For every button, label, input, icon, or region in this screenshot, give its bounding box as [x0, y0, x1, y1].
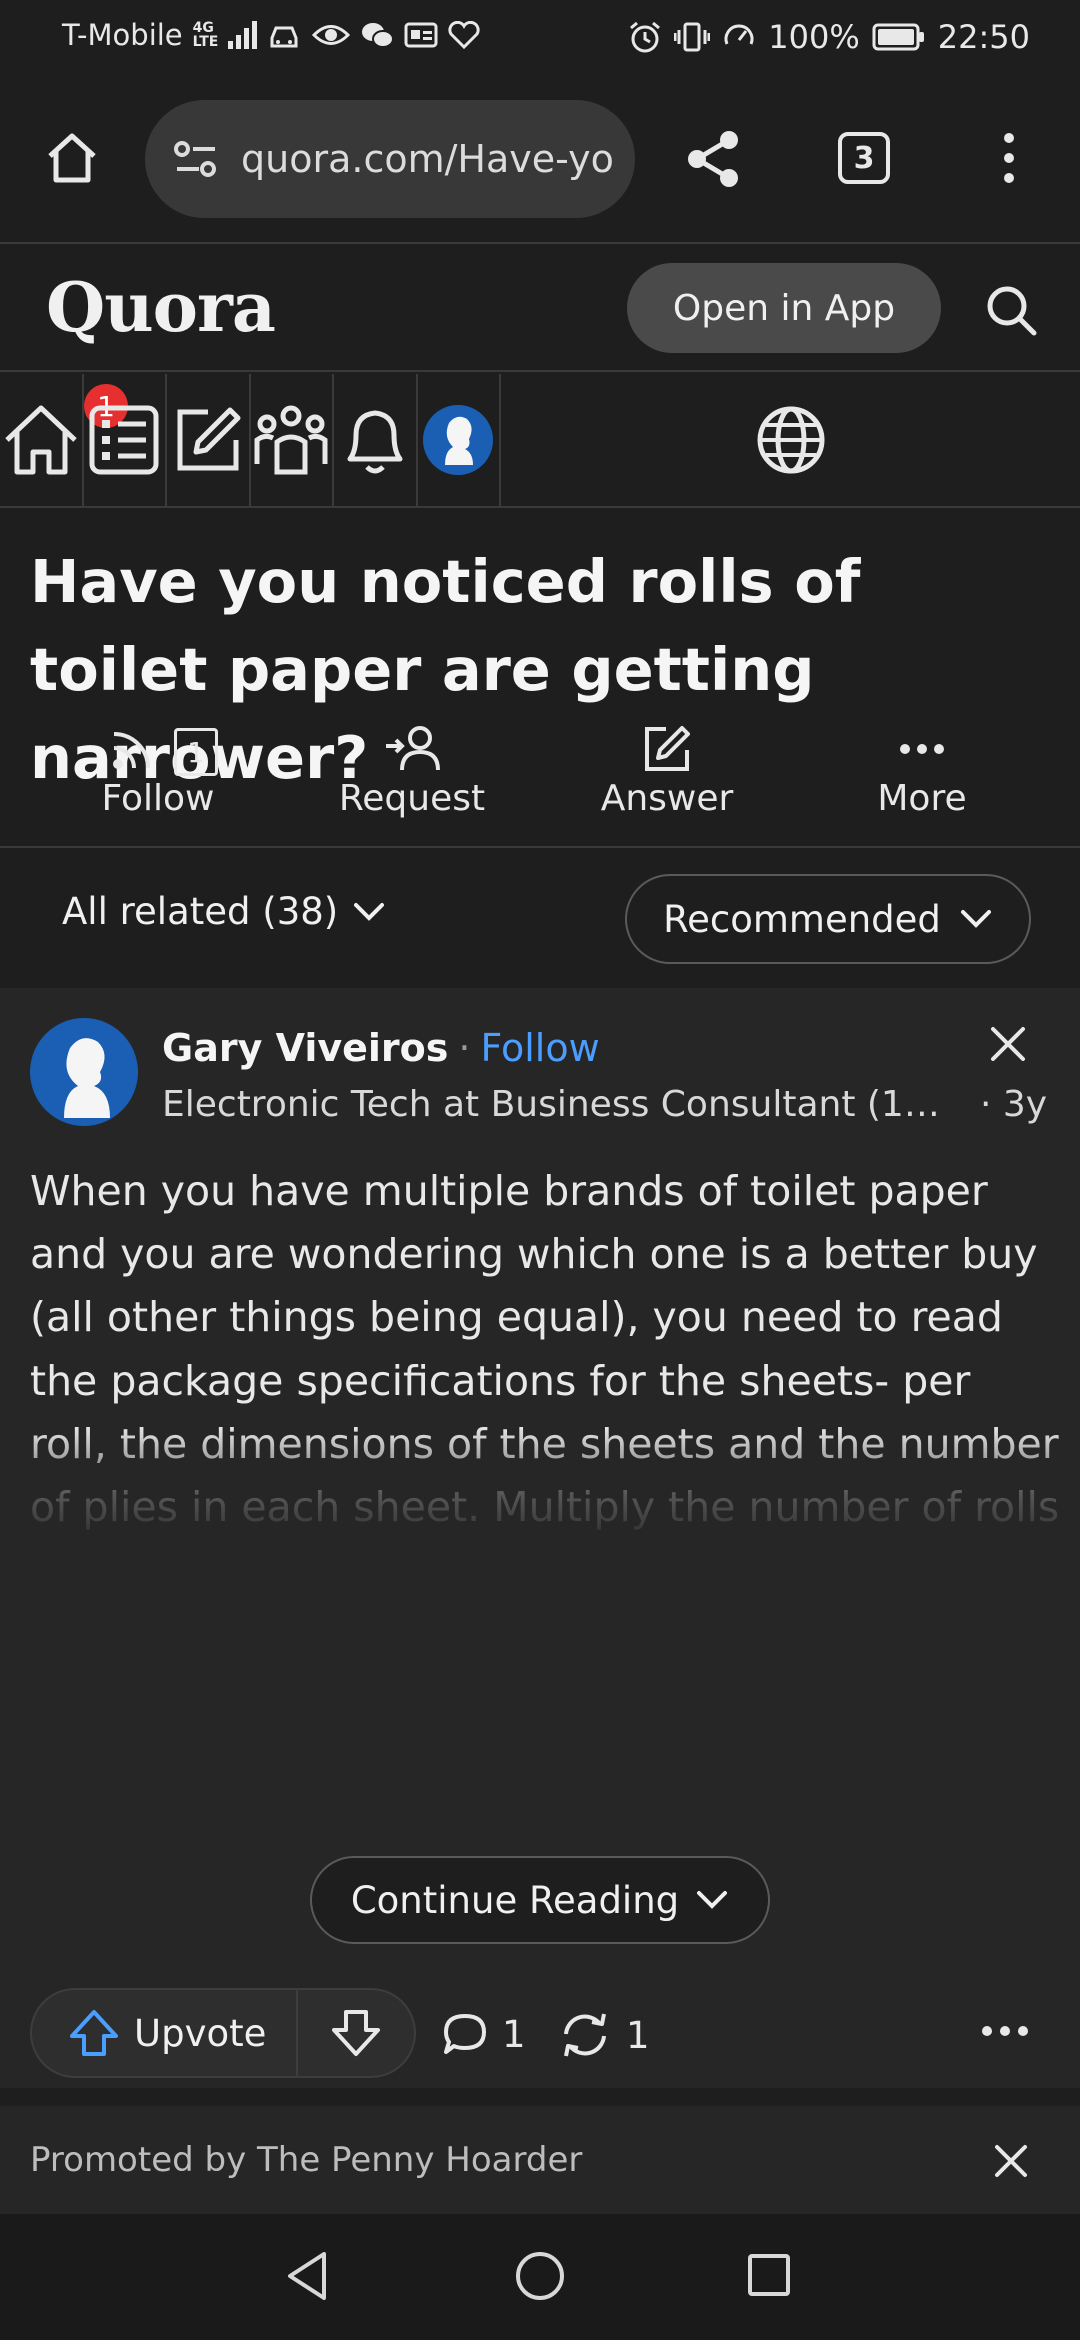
globe-icon	[757, 406, 825, 474]
answer-button[interactable]: Answer	[557, 724, 777, 819]
upvote-button[interactable]: Upvote	[32, 1990, 298, 2076]
promoted-label[interactable]: Promoted by The Penny Hoarder	[30, 2140, 582, 2180]
chevron-down-icon	[697, 1891, 728, 1909]
url-text[interactable]: quora.com/Have-yo	[241, 137, 614, 181]
list-icon	[89, 405, 159, 475]
share-count: 1	[626, 2013, 650, 2057]
sort-dropdown[interactable]: Recommended	[625, 874, 1031, 964]
comment-count: 1	[502, 2012, 526, 2056]
request-icon	[386, 726, 440, 771]
follow-question-button[interactable]: Follow	[48, 724, 268, 819]
battery-icon	[872, 22, 926, 52]
alarm-icon	[628, 20, 662, 54]
quora-logo[interactable]: Quora	[46, 268, 276, 348]
request-button[interactable]: Request	[302, 724, 522, 819]
dismiss-answer-button[interactable]	[988, 1024, 1028, 1064]
spaces-icon	[254, 405, 328, 475]
continue-reading-button[interactable]: Continue Reading	[310, 1856, 770, 1944]
answer-card: Gary Viveiros · Follow Electronic Tech a…	[0, 988, 1080, 2088]
eye-icon	[312, 22, 351, 48]
downvote-button[interactable]	[298, 2008, 414, 2058]
answer-edit-icon	[645, 726, 690, 771]
promoted-section: Promoted by The Penny Hoarder	[0, 2106, 1080, 2214]
downvote-arrow-icon	[332, 2010, 380, 2056]
dismiss-promoted-button[interactable]	[992, 2142, 1030, 2180]
separator-dot: ·	[458, 1026, 471, 1070]
quora-header: Quora Open in App	[0, 246, 1080, 372]
speed-icon	[722, 20, 756, 54]
follow-label: Follow	[101, 778, 215, 819]
carrier-label: T-Mobile	[62, 18, 183, 52]
car-mode-icon	[268, 20, 302, 50]
close-icon	[995, 2145, 1027, 2177]
answer-age: · 3y	[980, 1084, 1048, 1125]
home-circle-icon[interactable]	[514, 2250, 566, 2302]
tab-switcher-button[interactable]: 3	[838, 132, 890, 184]
battery-percent: 100%	[768, 18, 860, 56]
answer-label: Answer	[600, 778, 734, 819]
heart-icon	[448, 21, 480, 49]
id-card-icon	[404, 21, 438, 49]
wechat-icon	[360, 20, 395, 50]
clock-time: 22:50	[937, 18, 1030, 56]
search-icon[interactable]	[985, 284, 1037, 336]
chevron-down-icon	[960, 910, 991, 928]
nav-spaces[interactable]	[251, 374, 334, 506]
upvote-arrow-icon	[70, 2010, 118, 2056]
answer-body[interactable]: When you have multiple brands of toilet …	[30, 1160, 1060, 1540]
quora-nav: 1	[0, 374, 1080, 508]
author-credential[interactable]: Electronic Tech at Business Consultant (…	[162, 1084, 962, 1125]
author-name[interactable]: Gary Viveiros	[162, 1026, 448, 1070]
edit-icon	[177, 407, 241, 471]
vote-group: Upvote	[30, 1988, 416, 2078]
nav-language[interactable]	[501, 374, 1080, 506]
system-navigation-bar	[0, 2214, 1080, 2340]
nav-notifications[interactable]	[334, 374, 418, 506]
vibrate-icon	[674, 21, 711, 53]
all-related-dropdown[interactable]: All related (38)	[62, 890, 386, 933]
sort-label: Recommended	[663, 897, 941, 941]
author-avatar[interactable]	[30, 1018, 138, 1126]
follow-count: 1	[174, 728, 218, 776]
network-type-icon: 4G LTE	[192, 20, 219, 50]
share-answer-button[interactable]: 1	[558, 2012, 650, 2058]
signal-icon	[228, 21, 258, 49]
answer-more-icon[interactable]	[980, 2016, 1030, 2046]
close-icon	[991, 1027, 1025, 1061]
home-icon[interactable]	[44, 130, 100, 186]
browser-toolbar: quora.com/Have-yo 3	[0, 80, 1080, 244]
overflow-menu-icon[interactable]	[996, 130, 1022, 186]
request-label: Request	[338, 778, 486, 819]
profile-avatar	[423, 405, 494, 475]
chevron-down-icon	[354, 902, 385, 921]
more-dots-icon	[900, 744, 944, 754]
comments-button[interactable]: 1	[442, 2012, 526, 2056]
more-button[interactable]: More	[812, 724, 1032, 819]
follow-author-link[interactable]: Follow	[480, 1026, 599, 1070]
open-in-app-button[interactable]: Open in App	[627, 263, 941, 353]
upvote-label: Upvote	[134, 2011, 267, 2055]
question-actions: Follow 1 Request Answer More	[0, 724, 1080, 848]
status-bar: T-Mobile 4G LTE 100% 22:50	[0, 0, 1080, 80]
nav-home[interactable]: 1	[0, 374, 128, 506]
url-bar[interactable]: quora.com/Have-yo	[145, 100, 635, 218]
home-nav-icon	[5, 405, 77, 475]
all-related-label: All related (38)	[62, 890, 339, 933]
bell-icon	[347, 410, 403, 474]
recents-icon[interactable]	[746, 2252, 792, 2298]
continue-reading-label: Continue Reading	[350, 1878, 680, 1922]
more-label: More	[877, 778, 967, 819]
nav-answer[interactable]	[167, 374, 251, 506]
reshare-icon	[564, 2013, 606, 2057]
nav-following[interactable]	[84, 374, 167, 506]
site-settings-icon[interactable]	[173, 139, 219, 179]
nav-profile[interactable]	[418, 374, 501, 506]
share-icon[interactable]	[685, 128, 743, 190]
rss-icon	[113, 732, 150, 769]
back-icon[interactable]	[284, 2250, 330, 2302]
filter-row: All related (38) Recommended	[0, 850, 1080, 986]
comment-icon	[444, 2014, 486, 2054]
